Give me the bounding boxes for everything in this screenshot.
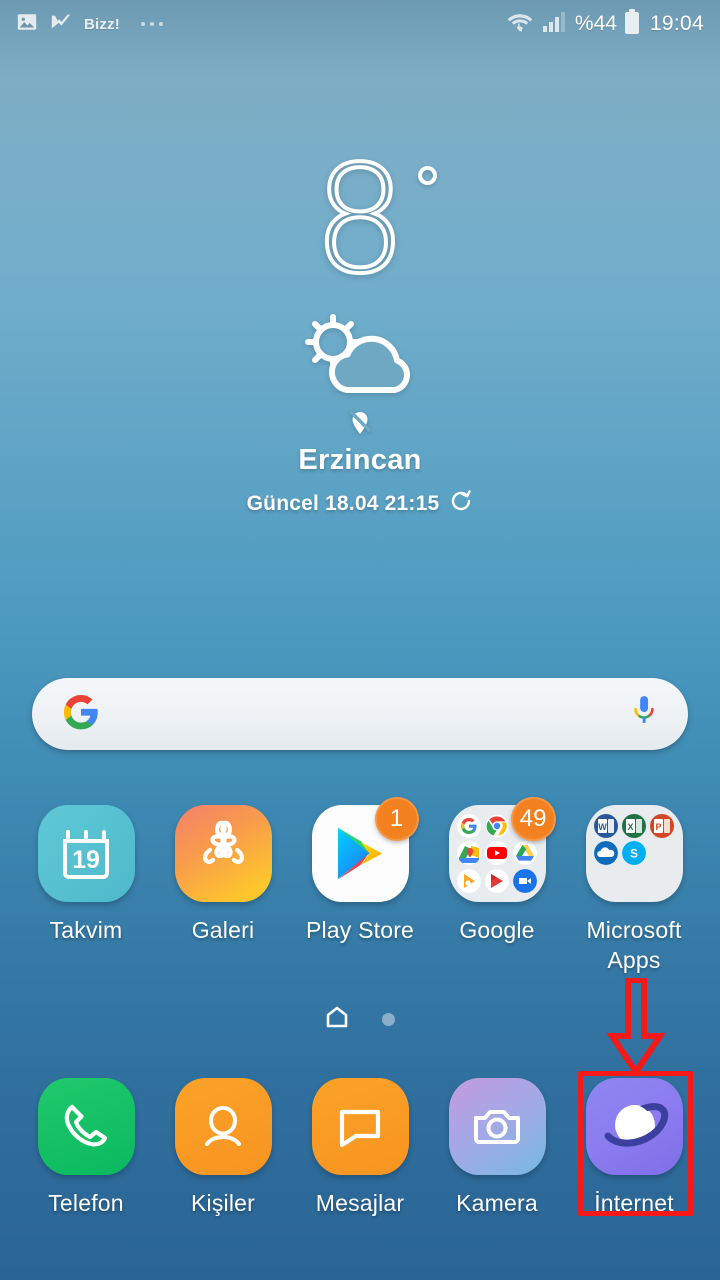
skype-icon: S: [622, 841, 646, 866]
app-icon-wrapper[interactable]: [174, 805, 272, 902]
google-search-icon: [457, 814, 481, 839]
drive-icon: [513, 841, 537, 866]
app-label: Play Store: [305, 917, 415, 943]
messages-icon: [311, 1078, 409, 1175]
svg-text:X: X: [627, 822, 633, 832]
app-badge: 1: [374, 797, 419, 841]
app-label: Kamera: [456, 1190, 538, 1216]
app-label: Kişiler: [190, 1190, 256, 1216]
home-page-icon[interactable]: [326, 1006, 348, 1033]
cellular-signal-icon: [542, 11, 568, 38]
weather-updated-row[interactable]: Güncel 18.04 21:15: [0, 489, 720, 519]
calendar-icon: 19: [37, 805, 135, 902]
phone-icon: [37, 1078, 135, 1175]
svg-text:S: S: [630, 847, 638, 861]
app-label: Microsoft Apps: [586, 917, 682, 973]
gallery-flower-icon: [174, 805, 272, 902]
app-label: Takvim: [49, 917, 123, 943]
folder-badge: 49: [510, 797, 556, 841]
refresh-icon[interactable]: [449, 489, 473, 519]
word-icon: W: [594, 814, 618, 839]
maps-icon: [457, 841, 481, 866]
app-label: Galeri: [191, 917, 255, 943]
app-icon-wrapper[interactable]: [174, 1078, 272, 1175]
app-icon-wrapper[interactable]: [311, 1078, 409, 1175]
dock-app-internet[interactable]: İnternet: [574, 1078, 694, 1218]
app-label: Google: [459, 917, 535, 943]
wifi-transfer-icon: [505, 10, 535, 39]
status-bar-system[interactable]: %44 19:04: [505, 8, 704, 40]
dock-app-mesajlar[interactable]: Mesajlar: [300, 1078, 420, 1218]
dock[interactable]: Telefon Kişiler Mesajlar Kamera İnternet: [0, 1078, 720, 1218]
app-galeri[interactable]: Galeri: [163, 805, 283, 975]
page-indicator[interactable]: [0, 1006, 720, 1033]
app-icon-wrapper[interactable]: [37, 1078, 135, 1175]
onedrive-icon: [594, 841, 618, 866]
app-icon-wrapper[interactable]: 19: [37, 805, 135, 902]
page-dot[interactable]: [381, 1013, 395, 1026]
google-search-bar[interactable]: [32, 678, 688, 750]
battery-percent-label: %44: [574, 12, 617, 35]
dock-app-kamera[interactable]: Kamera: [437, 1078, 557, 1218]
dock-app-kisiler[interactable]: Kişiler: [163, 1078, 283, 1218]
status-bar-notifications[interactable]: Bizz!: [16, 11, 163, 38]
calendar-day-number: 19: [72, 846, 100, 874]
status-bar[interactable]: Bizz! %44 19:04: [0, 0, 720, 48]
notification-app-label: Bizz!: [84, 15, 120, 33]
folder-microsoft-apps[interactable]: W X P S Microsoft Apps: [574, 805, 694, 975]
dock-app-telefon[interactable]: Telefon: [26, 1078, 146, 1218]
app-label: Telefon: [48, 1190, 124, 1216]
three-dots-icon[interactable]: [141, 22, 163, 26]
svg-text:W: W: [598, 822, 607, 832]
duo-icon: [513, 868, 537, 893]
app-icon-wrapper[interactable]: W X P S: [585, 805, 683, 902]
image-icon: [16, 11, 38, 38]
app-label: İnternet: [594, 1190, 674, 1216]
app-icon-wrapper[interactable]: 1: [311, 797, 419, 902]
camera-icon: [448, 1078, 546, 1175]
folder-google[interactable]: 49 Google: [437, 797, 557, 975]
chrome-icon: [485, 814, 509, 838]
battery-icon: [624, 8, 640, 40]
app-icon-wrapper[interactable]: [448, 1078, 546, 1175]
google-g-icon: [62, 693, 100, 736]
app-play-store[interactable]: 1 Play Store: [300, 797, 420, 975]
degree-symbol-icon: [418, 166, 438, 185]
app-label: Mesajlar: [315, 1190, 405, 1216]
status-bar-clock: 19:04: [649, 12, 704, 35]
excel-icon: X: [622, 814, 646, 839]
weather-widget[interactable]: 8 Erzincan Güncel 18.04 21:15: [0, 144, 720, 519]
weather-updated-label: Güncel 18.04 21:15: [246, 492, 440, 515]
app-takvim[interactable]: 19 Takvim: [26, 805, 146, 975]
temperature-value: 8: [311, 134, 409, 306]
powerpoint-icon: P: [650, 814, 674, 839]
app-icon-wrapper[interactable]: 49: [448, 797, 556, 902]
internet-browser-icon: [585, 1078, 683, 1175]
contacts-icon: [174, 1078, 272, 1175]
google-mic-icon[interactable]: [630, 695, 658, 734]
weather-city: Erzincan: [298, 444, 422, 476]
play-music-icon: [457, 868, 481, 893]
location-off-icon: [0, 410, 720, 436]
app-grid[interactable]: 19 Takvim Galeri 1 Play Store 49 Google …: [0, 797, 720, 975]
temperature-display[interactable]: 8: [311, 144, 438, 296]
app-icon-wrapper[interactable]: [585, 1078, 683, 1175]
bizz-check-icon: [49, 11, 73, 38]
youtube-icon: [485, 841, 509, 866]
play-movies-icon: [485, 868, 509, 893]
partly-cloudy-day-icon: [0, 314, 720, 396]
folder-microsoft-icon: W X P S: [585, 805, 683, 902]
svg-text:P: P: [655, 822, 661, 832]
